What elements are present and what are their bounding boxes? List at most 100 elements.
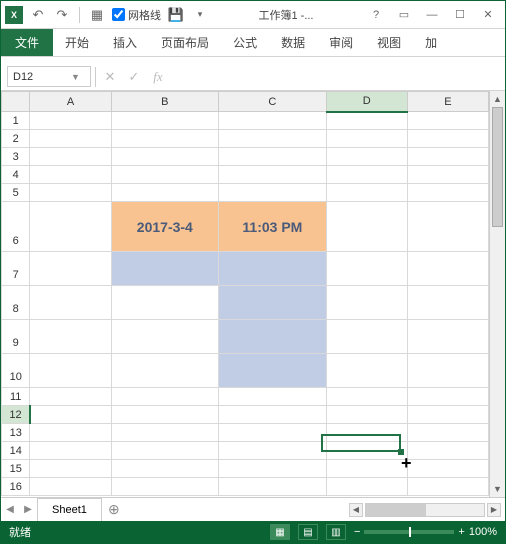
help-button[interactable]: ? [363,6,389,24]
row-header-7[interactable]: 7 [2,252,30,286]
view-pagelayout-button[interactable]: ▤ [298,524,318,540]
minimize-button[interactable]: — [419,6,445,24]
row-header-6[interactable]: 6 [2,202,30,252]
row-header-4[interactable]: 4 [2,166,30,184]
cell[interactable] [111,320,219,354]
fx-button[interactable]: fx [148,67,168,87]
cell[interactable] [219,184,327,202]
cell[interactable] [407,478,488,496]
cancel-button[interactable]: ✕ [100,67,120,87]
tab-addins[interactable]: 加 [413,29,449,56]
cell[interactable] [111,460,219,478]
tab-pagelayout[interactable]: 页面布局 [149,29,221,56]
cell[interactable] [30,460,111,478]
maximize-button[interactable]: ☐ [447,6,473,24]
cell[interactable] [407,320,488,354]
tab-home[interactable]: 开始 [53,29,101,56]
cell[interactable] [111,130,219,148]
save-button[interactable]: 💾 [167,6,185,24]
select-all-corner[interactable] [2,92,30,112]
cell[interactable] [407,112,488,130]
col-header-B[interactable]: B [111,92,219,112]
view-normal-button[interactable]: ▦ [270,524,290,540]
undo-button[interactable]: ↶ [29,6,47,24]
cell[interactable] [326,442,407,460]
cell[interactable] [326,424,407,442]
ribbon-options-button[interactable]: ▭ [391,6,417,24]
zoom-slider[interactable] [364,530,454,534]
cell[interactable] [219,424,327,442]
cell[interactable] [407,388,488,406]
cell[interactable] [326,320,407,354]
cell[interactable] [326,460,407,478]
cell-D12[interactable] [326,406,407,424]
zoom-level[interactable]: 100% [469,526,497,538]
cell[interactable] [30,252,111,286]
zoom-out-button[interactable]: − [354,526,360,538]
borders-button[interactable]: ▦ [88,6,106,24]
cell[interactable] [326,202,407,252]
file-tab[interactable]: 文件 [1,29,53,56]
cell[interactable] [407,202,488,252]
gridlines-checkbox[interactable] [112,8,125,21]
cell[interactable] [111,424,219,442]
tab-review[interactable]: 审阅 [317,29,365,56]
cell[interactable] [407,286,488,320]
cell[interactable] [111,166,219,184]
row-header-11[interactable]: 11 [2,388,30,406]
row-header-9[interactable]: 9 [2,320,30,354]
cell[interactable] [219,460,327,478]
scroll-up-button[interactable]: ▲ [490,91,505,107]
cell[interactable] [219,442,327,460]
cell-C10[interactable] [219,354,327,388]
cell[interactable] [326,112,407,130]
cell[interactable] [326,148,407,166]
cell[interactable] [407,406,488,424]
col-header-D[interactable]: D [326,92,407,112]
cell[interactable] [219,130,327,148]
col-header-C[interactable]: C [219,92,327,112]
tab-data[interactable]: 数据 [269,29,317,56]
cell[interactable] [326,130,407,148]
qat-dropdown[interactable]: ▾ [191,6,209,24]
vertical-scrollbar[interactable]: ▲ ▼ [489,91,505,497]
cell-C6[interactable]: 11:03 PM [219,202,327,252]
name-box[interactable]: D12 ▼ [7,66,91,87]
cell[interactable] [30,406,111,424]
row-header-14[interactable]: 14 [2,442,30,460]
cell[interactable] [111,354,219,388]
row-header-3[interactable]: 3 [2,148,30,166]
cell[interactable] [111,148,219,166]
cell[interactable] [111,442,219,460]
col-header-A[interactable]: A [30,92,111,112]
cell[interactable] [407,130,488,148]
cell[interactable] [30,184,111,202]
cell[interactable] [111,286,219,320]
cell-B7[interactable] [111,252,219,286]
cell[interactable] [30,442,111,460]
cell[interactable] [407,424,488,442]
tab-nav-next[interactable]: ▶ [19,504,37,515]
cell[interactable] [219,166,327,184]
cell[interactable] [407,166,488,184]
cell[interactable] [326,166,407,184]
cell[interactable] [30,320,111,354]
cell[interactable] [30,478,111,496]
cell[interactable] [111,388,219,406]
gridlines-toggle[interactable]: 网格线 [112,7,161,23]
cell-C8[interactable] [219,286,327,320]
row-header-1[interactable]: 1 [2,112,30,130]
scroll-right-button[interactable]: ▶ [487,503,501,517]
redo-button[interactable]: ↷ [53,6,71,24]
cell[interactable] [30,130,111,148]
tab-nav-prev[interactable]: ◀ [1,504,19,515]
cell[interactable] [30,354,111,388]
row-header-10[interactable]: 10 [2,354,30,388]
enter-button[interactable]: ✓ [124,67,144,87]
cell[interactable] [407,184,488,202]
cell[interactable] [30,166,111,184]
cell[interactable] [219,388,327,406]
cell[interactable] [219,148,327,166]
cell[interactable] [30,112,111,130]
sheet-tab-sheet1[interactable]: Sheet1 [37,498,102,521]
